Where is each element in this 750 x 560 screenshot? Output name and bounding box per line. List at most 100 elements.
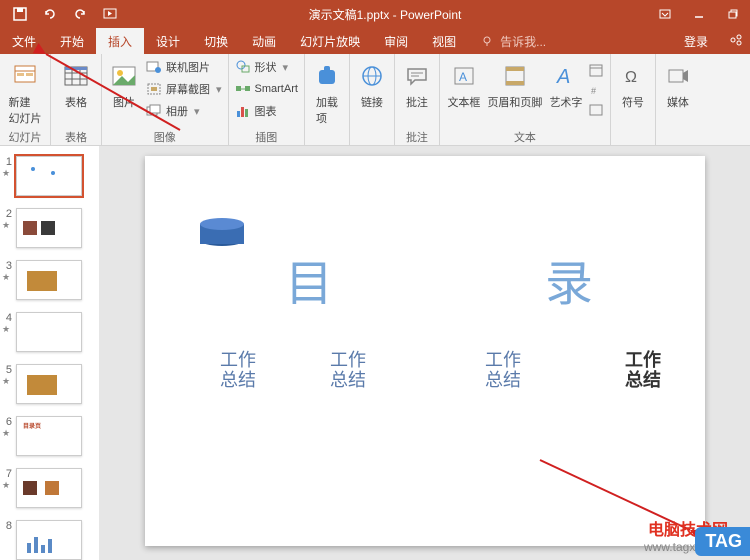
pictures-label: 图片 [113,94,135,110]
slideshow-button[interactable] [98,3,122,25]
minimize-button[interactable] [682,0,716,28]
shapes-label: 形状 [255,59,277,75]
thumbnail-preview [16,208,82,248]
thumbnail-6[interactable]: 6★ 目录页 [0,412,99,464]
addins-icon [315,64,339,88]
tab-home[interactable]: 开始 [48,28,96,54]
link-icon [360,64,384,88]
screenshot-button[interactable]: 屏幕截图▾ [144,78,224,100]
tab-design[interactable]: 设计 [144,28,192,54]
headerfooter-label: 页眉和页脚 [487,94,542,110]
new-slide-button[interactable]: 新建 幻灯片 [4,56,46,126]
comment-label: 批注 [406,94,428,110]
thumbnail-preview [16,156,82,196]
login-button[interactable]: 登录 [684,33,722,50]
group-label-images: 图像 [106,129,224,145]
save-button[interactable] [8,3,32,25]
tell-me-label: 告诉我... [500,33,546,50]
redo-button[interactable] [68,3,92,25]
text-block-1[interactable]: 工作 总结 [220,351,256,391]
album-icon [146,103,162,119]
date-button[interactable] [588,62,606,82]
cylinder-shape[interactable] [200,218,244,246]
thumbnail-7[interactable]: 7★ [0,464,99,516]
animation-star-icon: ★ [2,272,12,283]
char-lu[interactable]: 录 [545,244,593,314]
restore-button[interactable] [716,0,750,28]
tab-view[interactable]: 视图 [420,28,468,54]
tell-me-box[interactable]: 告诉我... [468,33,684,50]
comment-button[interactable]: 批注 [399,56,435,110]
char-mu[interactable]: 目 [285,244,333,314]
smartart-button[interactable]: SmartArt [233,78,300,100]
svg-text:#: # [591,86,596,96]
pictures-button[interactable]: 图片 [106,56,142,110]
animation-star-icon: ★ [2,428,12,439]
media-label: 媒体 [667,94,689,110]
online-pictures-button[interactable]: 联机图片 [144,56,224,78]
headerfooter-icon [503,64,527,88]
textbox-label: 文本框 [447,94,480,110]
wordart-icon: A [554,64,578,88]
thumbnail-preview [16,260,82,300]
animation-star-icon: ★ [2,324,12,335]
media-button[interactable]: 媒体 [660,56,696,110]
table-button[interactable]: 表格 [55,56,97,110]
tab-insert[interactable]: 插入 [96,28,144,54]
thumbnail-8[interactable]: 8 [0,516,99,560]
thumbnail-1[interactable]: 1★ [0,152,99,204]
new-slide-icon [11,62,39,90]
restore-icon [727,8,739,20]
headerfooter-button[interactable]: 页眉和页脚 [486,56,544,110]
tab-animations[interactable]: 动画 [240,28,288,54]
group-label-links [354,129,390,145]
slidenumber-button[interactable]: # [588,82,606,102]
slide-canvas[interactable]: 目 录 工作 总结 工作 总结 工作 总结 工作 总结 [145,156,705,546]
thumbnail-number: 8 [2,520,12,532]
comment-icon [405,64,429,88]
textbox-button[interactable]: A 文本框 [444,56,484,110]
new-slide-label: 新建 幻灯片 [9,94,42,126]
ribbon-group-media: 媒体 [656,54,700,145]
ribbon-group-symbols: Ω 符号 [611,54,656,145]
ribbon-group-illustrations: 形状▾ SmartArt 图表 插图 [229,54,305,145]
text-block-2[interactable]: 工作 总结 [330,351,366,391]
thumbnail-4[interactable]: 4★ [0,308,99,360]
group-label-illustrations: 插图 [233,129,300,145]
link-button[interactable]: 链接 [354,56,390,110]
date-icon [588,62,604,78]
text-block-4[interactable]: 工作 总结 [625,351,661,391]
tab-file[interactable]: 文件 [0,28,48,54]
text-block-3[interactable]: 工作 总结 [485,351,521,391]
thumbnail-2[interactable]: 2★ [0,204,99,256]
chart-button[interactable]: 图表 [233,100,300,122]
shapes-button[interactable]: 形状▾ [233,56,300,78]
animation-star-icon: ★ [2,480,12,491]
addins-button[interactable]: 加载 项 [309,56,345,126]
thumbnail-5[interactable]: 5★ [0,360,99,412]
album-button[interactable]: 相册▾ [144,100,224,122]
wordart-button[interactable]: A 艺术字 [546,56,586,110]
tag-badge: TAG [695,527,750,556]
addins-label: 加载 项 [316,94,338,126]
thumbnail-preview [16,364,82,404]
object-button[interactable] [588,102,606,122]
chart-label: 图表 [255,103,277,119]
smartart-icon [235,81,251,97]
undo-icon [42,6,58,22]
ribbon-options-button[interactable] [648,0,682,28]
thumbnail-preview [16,520,82,560]
ribbon-group-images: 图片 联机图片 屏幕截图▾ 相册▾ 图像 [102,54,229,145]
thumbnail-3[interactable]: 3★ [0,256,99,308]
menubar: 文件 开始 插入 设计 切换 动画 幻灯片放映 审阅 视图 告诉我... 登录 [0,28,750,54]
ribbon-options-icon [658,7,672,21]
share-button[interactable] [722,33,750,50]
tab-transitions[interactable]: 切换 [192,28,240,54]
slide-editor-area[interactable]: 目 录 工作 总结 工作 总结 工作 总结 工作 总结 [100,146,750,560]
undo-button[interactable] [38,3,62,25]
window-controls [648,0,750,28]
symbol-button[interactable]: Ω 符号 [615,56,651,110]
thumbnail-number: 7 [2,468,12,480]
tab-slideshow[interactable]: 幻灯片放映 [288,28,372,54]
tab-review[interactable]: 审阅 [372,28,420,54]
